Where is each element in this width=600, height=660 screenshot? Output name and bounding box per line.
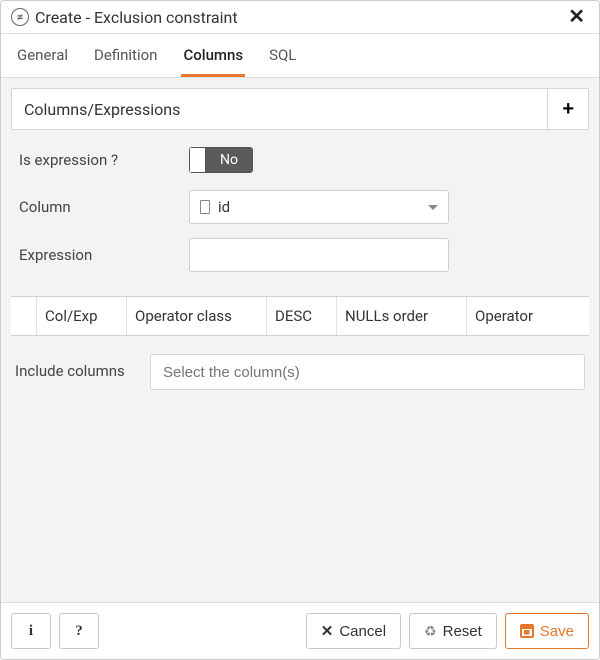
column-icon	[200, 200, 210, 214]
include-columns-label: Include columns	[15, 354, 150, 390]
close-button[interactable]: ✕	[564, 7, 589, 27]
grid-col-operator-class: Operator class	[127, 297, 267, 335]
tab-bar: General Definition Columns SQL	[1, 34, 599, 78]
expression-row: Expression	[19, 238, 581, 272]
tab-general[interactable]: General	[15, 34, 70, 77]
column-select-value: id	[218, 198, 420, 216]
is-expression-toggle[interactable]: No	[189, 147, 253, 173]
close-icon: ✕	[321, 622, 334, 640]
plus-icon: +	[562, 98, 574, 120]
title-bar: ≠ Create - Exclusion constraint ✕	[1, 1, 599, 34]
grid-col-nulls-order: NULLs order	[337, 297, 467, 335]
grid-col-desc: DESC	[267, 297, 337, 335]
toggle-knob	[190, 148, 206, 172]
recycle-icon: ♻	[424, 623, 437, 640]
reset-button-label: Reset	[443, 623, 482, 640]
cancel-button[interactable]: ✕ Cancel	[306, 613, 401, 649]
save-button-label: Save	[540, 623, 574, 640]
grid-col-handle	[11, 297, 37, 335]
is-expression-value: No	[206, 152, 252, 168]
include-columns-row: Include columns	[11, 336, 589, 408]
expression-input[interactable]	[189, 238, 449, 272]
columns-grid-header: Col/Exp Operator class DESC NULLs order …	[11, 296, 589, 336]
dialog: ≠ Create - Exclusion constraint ✕ Genera…	[0, 0, 600, 660]
add-column-button[interactable]: +	[547, 89, 588, 129]
is-expression-label: Is expression ?	[19, 151, 189, 169]
grid-col-operator: Operator	[467, 297, 589, 335]
help-button[interactable]: ?	[59, 613, 99, 649]
column-select[interactable]: id	[189, 190, 449, 224]
info-button[interactable]: i	[11, 613, 51, 649]
tab-columns[interactable]: Columns	[181, 34, 245, 77]
info-icon: i	[29, 623, 33, 640]
grid-col-colexp: Col/Exp	[37, 297, 127, 335]
exclusion-constraint-icon: ≠	[11, 8, 29, 26]
column-row: Column id	[19, 190, 581, 224]
dialog-title: Create - Exclusion constraint	[35, 8, 558, 27]
save-icon	[520, 624, 534, 638]
include-columns-input[interactable]	[150, 354, 585, 390]
dialog-body: Columns/Expressions + Is expression ? No…	[1, 78, 599, 602]
chevron-down-icon	[428, 205, 438, 210]
column-label: Column	[19, 198, 189, 216]
columns-section-title: Columns/Expressions	[12, 90, 547, 129]
help-icon: ?	[75, 623, 83, 640]
tab-sql[interactable]: SQL	[267, 34, 298, 77]
columns-section-header: Columns/Expressions +	[11, 88, 589, 130]
reset-button[interactable]: ♻ Reset	[409, 613, 497, 649]
save-button[interactable]: Save	[505, 613, 589, 649]
tab-definition[interactable]: Definition	[92, 34, 159, 77]
column-form: Is expression ? No Column id Expression	[11, 130, 589, 296]
close-icon: ✕	[568, 6, 585, 28]
dialog-footer: i ? ✕ Cancel ♻ Reset Save	[1, 602, 599, 659]
cancel-button-label: Cancel	[339, 623, 386, 640]
is-expression-row: Is expression ? No	[19, 144, 581, 176]
expression-label: Expression	[19, 246, 189, 264]
